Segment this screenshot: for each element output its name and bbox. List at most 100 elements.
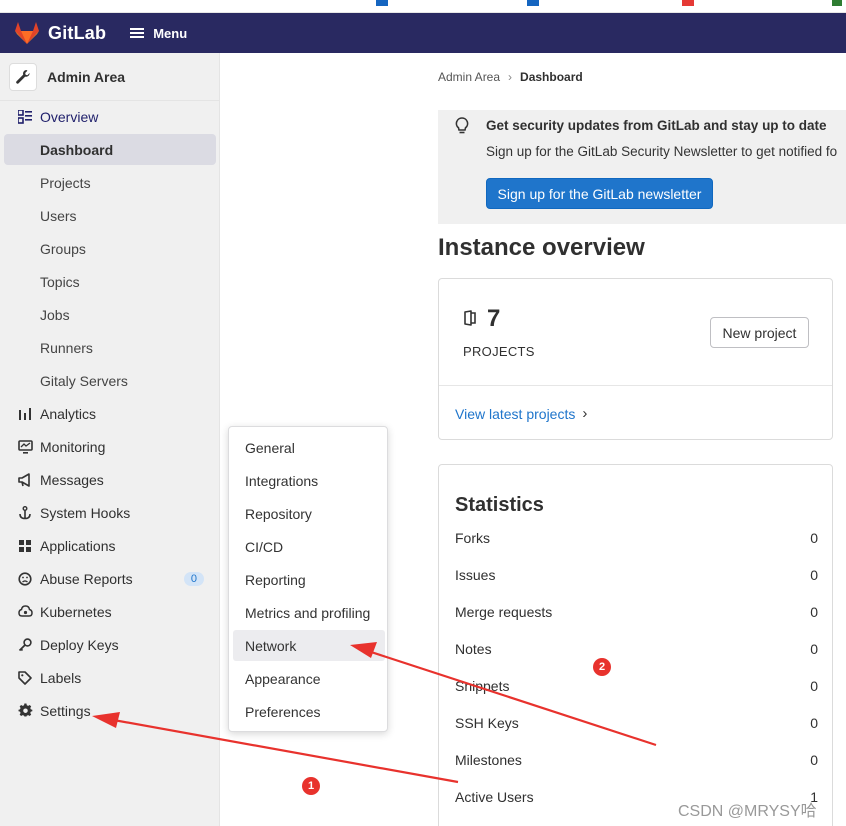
- sidebar-item-overview[interactable]: Overview: [4, 101, 216, 132]
- sidebar-header[interactable]: Admin Area: [0, 53, 219, 101]
- projects-count: 7: [463, 305, 500, 333]
- sidebar-item-projects[interactable]: Projects: [4, 167, 216, 198]
- newsletter-signup-button[interactable]: Sign up for the GitLab newsletter: [486, 178, 713, 209]
- monitor-icon: [16, 438, 34, 456]
- sidebar-item-labels[interactable]: Labels: [4, 662, 216, 693]
- sidebar-item-label: Deploy Keys: [40, 636, 119, 653]
- banner-text: Sign up for the GitLab Security Newslett…: [486, 144, 838, 159]
- sidebar-item-label: Monitoring: [40, 438, 106, 455]
- sidebar-item-topics[interactable]: Topics: [4, 266, 216, 297]
- sidebar-item-label: Applications: [40, 537, 116, 554]
- breadcrumb-admin-area[interactable]: Admin Area: [438, 70, 500, 84]
- sidebar-item-kubernetes[interactable]: Kubernetes: [4, 596, 216, 627]
- settings-menu-label: Appearance: [245, 670, 321, 687]
- settings-menu-label: Preferences: [245, 703, 321, 720]
- sidebar-item-monitoring[interactable]: Monitoring: [4, 431, 216, 462]
- projects-count-value: 7: [487, 305, 501, 332]
- sidebar-title: Admin Area: [47, 68, 126, 85]
- settings-menu-label: Integrations: [245, 472, 319, 489]
- sidebar-item-runners[interactable]: Runners: [4, 332, 216, 363]
- settings-menu-ci-cd[interactable]: CI/CD: [233, 531, 385, 562]
- settings-menu-label: CI/CD: [245, 538, 284, 555]
- stat-row-snippets: Snippets 0: [455, 678, 818, 694]
- settings-menu-label: Metrics and profiling: [245, 604, 371, 621]
- logo-text: GitLab: [48, 22, 107, 43]
- menu-button[interactable]: Menu: [130, 26, 187, 41]
- bookmark-icon[interactable]: [376, 0, 388, 6]
- applications-icon: [16, 537, 34, 555]
- security-newsletter-banner: Get security updates from GitLab and sta…: [438, 110, 846, 224]
- settings-menu-reporting[interactable]: Reporting: [233, 564, 385, 595]
- stat-row-merge-requests: Merge requests 0: [455, 604, 818, 620]
- kubernetes-icon: [16, 603, 34, 621]
- settings-menu-general[interactable]: General: [233, 432, 385, 463]
- wrench-icon: [9, 62, 37, 91]
- sidebar-item-dashboard[interactable]: Dashboard: [4, 134, 216, 165]
- settings-menu-label: Repository: [245, 505, 312, 522]
- sidebar-item-gitaly-servers[interactable]: Gitaly Servers: [4, 365, 216, 396]
- sidebar-item-groups[interactable]: Groups: [4, 233, 216, 264]
- top-navbar: GitLab Menu: [0, 13, 846, 53]
- settings-menu-label: Reporting: [245, 571, 306, 588]
- sidebar-item-label: Runners: [40, 339, 93, 356]
- gitlab-logo[interactable]: GitLab: [14, 21, 106, 45]
- stat-row-issues: Issues 0: [455, 567, 818, 583]
- sidebar-item-system-hooks[interactable]: System Hooks: [4, 497, 216, 528]
- sidebar-item-settings[interactable]: Settings: [4, 695, 216, 726]
- sidebar-item-deploy-keys[interactable]: Deploy Keys: [4, 629, 216, 660]
- label-icon: [16, 669, 34, 687]
- stat-label: Merge requests: [455, 604, 553, 620]
- stat-label: SSH Keys: [455, 715, 519, 731]
- settings-menu-appearance[interactable]: Appearance: [233, 663, 385, 694]
- project-icon: [463, 305, 477, 333]
- view-latest-projects-label: View latest projects: [455, 405, 576, 422]
- settings-menu-label: Network: [245, 637, 297, 654]
- settings-flyout-menu: General Integrations Repository CI/CD Re…: [228, 426, 388, 732]
- settings-menu-preferences[interactable]: Preferences: [233, 696, 385, 727]
- stat-row-milestones: Milestones 0: [455, 752, 818, 768]
- sidebar-item-abuse-reports[interactable]: Abuse Reports 0: [4, 563, 216, 594]
- sidebar-item-label: Topics: [40, 273, 80, 290]
- statistics-title: Statistics: [455, 494, 544, 516]
- stat-row-notes: Notes 0: [455, 641, 818, 657]
- stat-row-forks: Forks 0: [455, 530, 818, 546]
- page-title: Instance overview: [438, 234, 645, 261]
- sidebar-item-applications[interactable]: Applications: [4, 530, 216, 561]
- settings-menu-network[interactable]: Network: [233, 630, 385, 661]
- stat-label: Issues: [455, 567, 496, 583]
- key-icon: [16, 636, 34, 654]
- settings-menu-label: General: [245, 439, 295, 456]
- sidebar-item-messages[interactable]: Messages: [4, 464, 216, 495]
- settings-menu-repository[interactable]: Repository: [233, 498, 385, 529]
- sidebar-item-label: Analytics: [40, 405, 97, 422]
- view-latest-projects-link[interactable]: View latest projects ›: [455, 405, 587, 422]
- stat-value: 0: [810, 678, 818, 694]
- sidebar-item-users[interactable]: Users: [4, 200, 216, 231]
- settings-menu-metrics[interactable]: Metrics and profiling: [233, 597, 385, 628]
- sidebar-item-label: Messages: [40, 471, 104, 488]
- new-project-button[interactable]: New project: [710, 317, 809, 348]
- bookmark-icon[interactable]: [527, 0, 539, 6]
- sidebar-item-label: Dashboard: [40, 141, 114, 158]
- settings-menu-integrations[interactable]: Integrations: [233, 465, 385, 496]
- stat-label: Notes: [455, 641, 492, 657]
- bookmark-icon[interactable]: [832, 0, 842, 6]
- stat-value: 0: [810, 641, 818, 657]
- tanuki-icon: [15, 22, 39, 44]
- sidebar-item-analytics[interactable]: Analytics: [4, 398, 216, 429]
- sidebar-item-jobs[interactable]: Jobs: [4, 299, 216, 330]
- bookmarks-bar: [0, 0, 846, 13]
- sidebar-item-label: Settings: [40, 702, 91, 719]
- stat-label: Snippets: [455, 678, 510, 694]
- hamburger-icon: [130, 26, 145, 40]
- abuse-icon: [16, 570, 34, 588]
- abuse-count-badge: 0: [183, 571, 204, 586]
- breadcrumb-dashboard[interactable]: Dashboard: [520, 70, 583, 84]
- projects-label: PROJECTS: [463, 344, 535, 359]
- card-divider: [439, 385, 832, 386]
- sidebar-item-label: Jobs: [40, 306, 70, 323]
- banner-title: Get security updates from GitLab and sta…: [486, 118, 827, 133]
- bookmark-icon[interactable]: [682, 0, 694, 6]
- stat-value: 0: [810, 530, 818, 546]
- annotation-marker-2: 2: [593, 658, 611, 676]
